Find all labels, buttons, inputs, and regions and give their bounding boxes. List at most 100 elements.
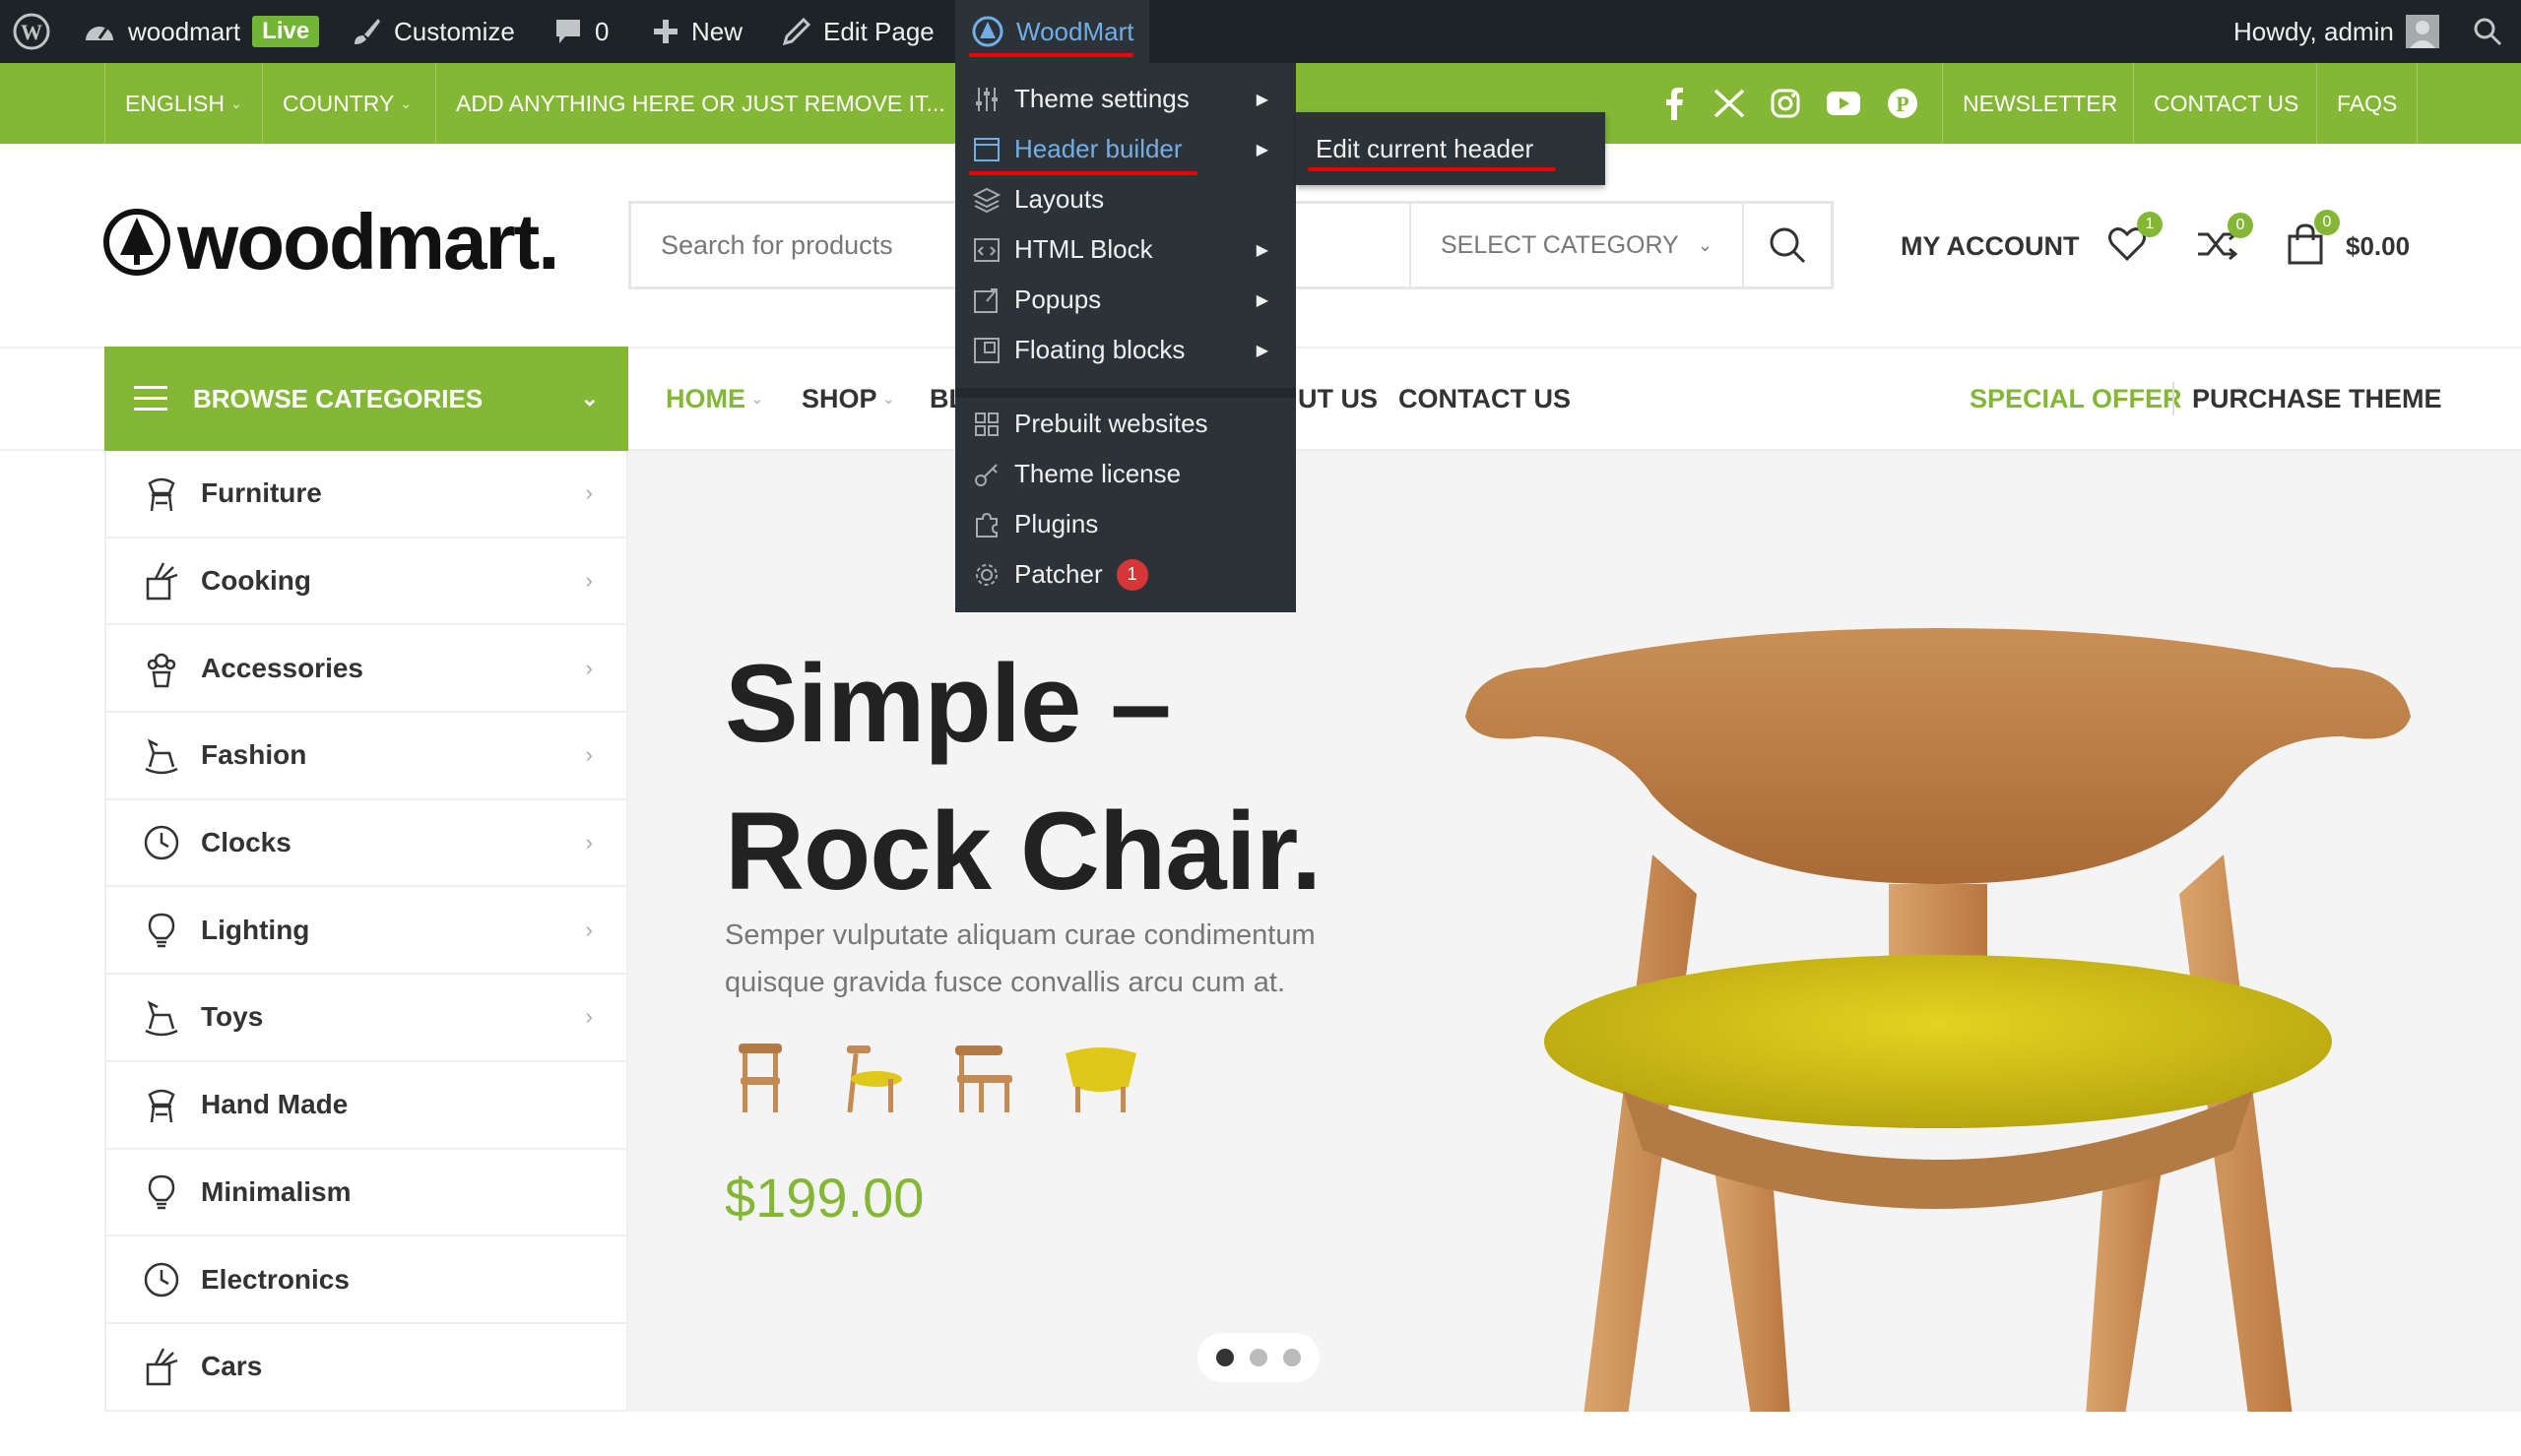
- compare-button[interactable]: 0: [2196, 207, 2253, 285]
- menu-plugins[interactable]: Plugins: [955, 499, 1296, 549]
- category-lighting[interactable]: Lighting ›: [106, 887, 626, 976]
- logo-text: woodmart.: [177, 198, 559, 285]
- category-minimalism[interactable]: Minimalism: [106, 1150, 626, 1237]
- chair-thumb-4[interactable]: [1062, 1040, 1140, 1114]
- category-furniture[interactable]: Furniture ›: [106, 451, 626, 538]
- instagram-icon[interactable]: [1771, 89, 1800, 118]
- site-name-link[interactable]: woodmart Live: [83, 0, 320, 63]
- nav-shop[interactable]: SHOP ⌄: [802, 347, 894, 451]
- slider-dot-2[interactable]: [1250, 1349, 1267, 1366]
- category-select[interactable]: SELECT CATEGORY ⌄: [1409, 204, 1742, 286]
- woodmart-label: WoodMart: [1016, 16, 1134, 46]
- chair-thumb-2[interactable]: [837, 1040, 908, 1114]
- caret-right-icon: ▶: [1256, 241, 1268, 259]
- wishlist-button[interactable]: 1: [2107, 207, 2163, 285]
- header-builder-highlight-underline: [969, 171, 1197, 175]
- x-twitter-icon[interactable]: [1713, 89, 1745, 118]
- lightbulb-icon: [148, 913, 175, 948]
- hero-title-line2: Rock Chair.: [725, 790, 1322, 913]
- admin-search-icon[interactable]: [2472, 0, 2503, 63]
- category-clocks[interactable]: Clocks ›: [106, 800, 626, 888]
- chevron-down-icon: ⌄: [580, 386, 599, 411]
- woodmart-logo-icon: [972, 16, 1003, 47]
- category-hand-made[interactable]: Hand Made: [106, 1062, 626, 1150]
- edit-page-link[interactable]: Edit Page: [782, 0, 935, 63]
- brush-icon: [355, 19, 380, 44]
- wp-admin-bar: W woodmart Live Customize 0 New Edit Pag…: [0, 0, 2521, 63]
- nav-home[interactable]: HOME ⌄: [666, 347, 763, 451]
- plus-icon: [654, 20, 678, 43]
- category-toys[interactable]: Toys ›: [106, 975, 626, 1062]
- comments-link[interactable]: 0: [553, 0, 609, 63]
- slider-dot-3[interactable]: [1283, 1349, 1301, 1366]
- menu-theme-settings[interactable]: Theme settings ▶: [955, 74, 1296, 124]
- woodmart-menu-toggle[interactable]: WoodMart: [955, 0, 1150, 63]
- menu-label: Floating blocks: [1014, 335, 1186, 364]
- chair-thumb-1[interactable]: [725, 1040, 796, 1114]
- country-select[interactable]: COUNTRY ⌄: [262, 63, 431, 144]
- menu-label: Popups: [1014, 285, 1102, 314]
- category-label: Electronics: [201, 1263, 350, 1295]
- search-button[interactable]: [1742, 204, 1831, 286]
- cart-count-badge: 0: [2314, 209, 2340, 235]
- country-label: COUNTRY: [283, 90, 395, 116]
- category-fashion[interactable]: Fashion ›: [106, 713, 626, 800]
- new-content-link[interactable]: New: [652, 0, 743, 63]
- facebook-icon[interactable]: [1660, 87, 1688, 120]
- nav-contact[interactable]: CONTACT US: [1398, 347, 1571, 451]
- menu-label: Patcher: [1014, 559, 1103, 589]
- menu-layouts[interactable]: Layouts: [955, 174, 1296, 224]
- svg-text:P: P: [1896, 92, 1908, 116]
- menu-separator: [955, 388, 1296, 398]
- menu-header-builder[interactable]: Header builder ▶: [955, 124, 1296, 174]
- purchase-theme-label: PURCHASE THEME: [2192, 383, 2442, 413]
- nav-contact-label: CONTACT US: [1398, 383, 1571, 413]
- pinterest-icon[interactable]: P: [1887, 88, 1918, 119]
- caret-right-icon: ▶: [1256, 141, 1268, 158]
- hero-title-line1: Simple –: [725, 642, 1172, 765]
- nav-special-offer[interactable]: SPECIAL OFFER: [1970, 347, 2182, 451]
- compare-count-badge: 0: [2228, 212, 2253, 238]
- menu-floating-blocks[interactable]: Floating blocks ▶: [955, 325, 1296, 375]
- submenu-edit-current-header[interactable]: Edit current header: [1296, 112, 1605, 185]
- menu-label: Theme license: [1014, 459, 1182, 488]
- menu-label: Layouts: [1014, 184, 1105, 214]
- chair-thumb-3[interactable]: [949, 1040, 1020, 1114]
- pencil-icon: [782, 17, 811, 46]
- newsletter-label: NEWSLETTER: [1963, 90, 2118, 116]
- caret-right-icon: ▶: [1256, 342, 1268, 359]
- newsletter-link[interactable]: NEWSLETTER: [1942, 63, 2137, 144]
- language-select[interactable]: ENGLISH ⌄: [104, 63, 262, 144]
- category-cars[interactable]: Cars: [106, 1324, 626, 1412]
- new-label: New: [691, 16, 743, 46]
- browse-categories-toggle[interactable]: BROWSE CATEGORIES ⌄: [104, 347, 628, 451]
- search-placeholder: Search for products: [661, 229, 893, 260]
- customize-link[interactable]: Customize: [351, 0, 515, 63]
- wordpress-logo-icon[interactable]: W: [12, 0, 51, 63]
- hero-title: Simple – Rock Chair.: [725, 630, 1322, 925]
- youtube-icon[interactable]: [1826, 90, 1861, 117]
- category-accessories[interactable]: Accessories ›: [106, 625, 626, 714]
- menu-theme-license[interactable]: Theme license: [955, 449, 1296, 499]
- nav-about-label: UT US: [1298, 383, 1378, 413]
- nav-purchase-theme[interactable]: PURCHASE THEME: [2192, 347, 2442, 451]
- category-cooking[interactable]: Cooking ›: [106, 538, 626, 626]
- menu-prebuilt-websites[interactable]: Prebuilt websites: [955, 399, 1296, 449]
- chair-icon: [148, 478, 175, 512]
- category-electronics[interactable]: Electronics: [106, 1236, 626, 1324]
- contact-us-link[interactable]: CONTACT US: [2133, 63, 2318, 144]
- chevron-right-icon: ›: [585, 568, 593, 594]
- faqs-link[interactable]: FAQS: [2316, 63, 2419, 144]
- menu-popups[interactable]: Popups ▶: [955, 275, 1296, 325]
- chevron-down-icon: ⌄: [400, 95, 413, 111]
- menu-patcher[interactable]: Patcher 1: [955, 549, 1296, 600]
- my-account-link[interactable]: MY ACCOUNT: [1901, 207, 2080, 285]
- cart-button[interactable]: 0 $0.00: [2287, 207, 2410, 285]
- slider-dot-1[interactable]: [1216, 1349, 1234, 1366]
- menu-html-block[interactable]: HTML Block ▶: [955, 224, 1296, 275]
- site-logo[interactable]: woodmart.: [102, 197, 559, 287]
- hero-price: $199.00: [725, 1167, 925, 1229]
- nav-about[interactable]: UT US: [1298, 347, 1378, 451]
- sliders-icon: [976, 87, 998, 111]
- user-account-link[interactable]: Howdy, admin: [2233, 0, 2439, 63]
